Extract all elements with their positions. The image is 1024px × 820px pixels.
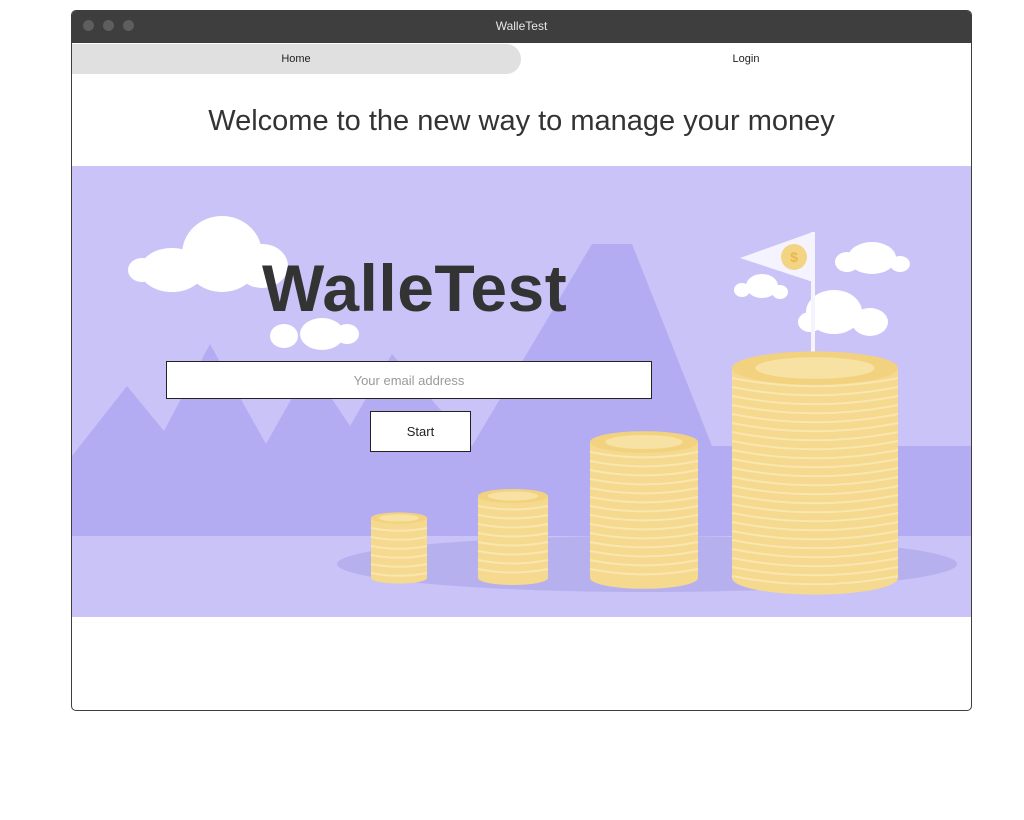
coin-stack — [731, 351, 899, 595]
coin-stack — [370, 512, 428, 584]
brand-logo-text: WalleTest — [262, 251, 568, 325]
nav-login-tab[interactable]: Login — [521, 44, 971, 74]
app-window: WalleTest Home Login Welcome to the new … — [71, 10, 972, 711]
welcome-heading: Welcome to the new way to manage your mo… — [208, 105, 835, 137]
svg-text:$: $ — [790, 249, 798, 265]
email-input[interactable] — [166, 361, 652, 399]
start-button[interactable]: Start — [370, 411, 471, 452]
window-title: WalleTest — [495, 19, 548, 33]
coin-stack — [589, 431, 699, 589]
hero-section: $ WalleTest Start — [72, 166, 971, 617]
coin-stack — [477, 489, 549, 585]
nav-home-tab[interactable]: Home — [72, 44, 521, 74]
title-bar: WalleTest — [72, 11, 971, 43]
